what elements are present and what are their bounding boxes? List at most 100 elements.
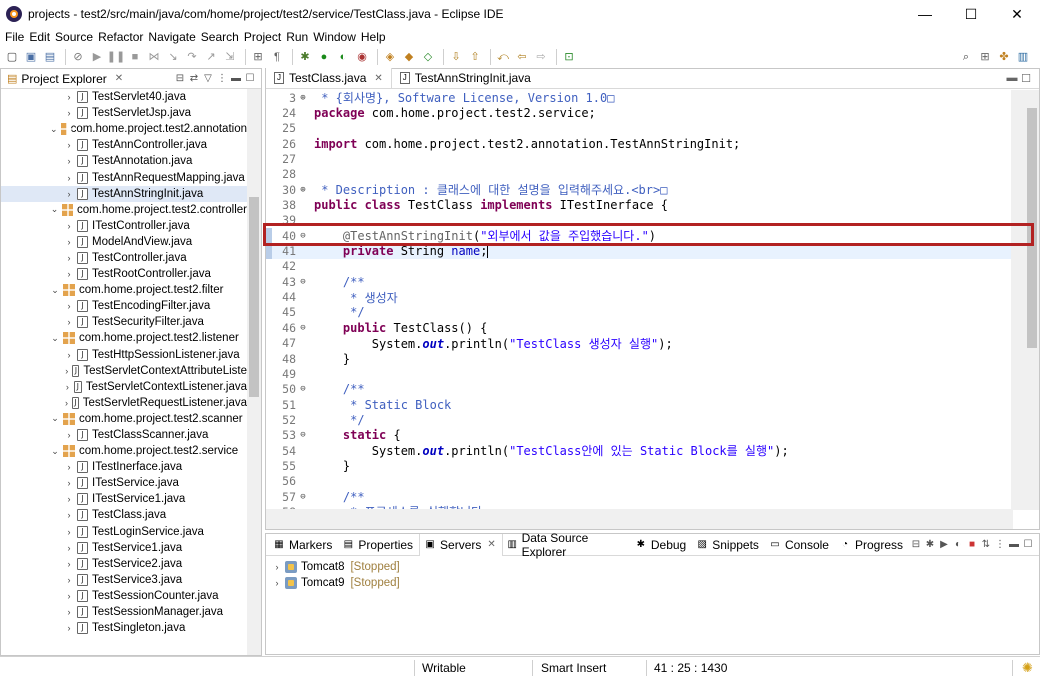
code-line[interactable]: 55 }: [266, 458, 1011, 473]
scrollbar-thumb[interactable]: [1027, 108, 1037, 348]
editor-tab-testannstringinit[interactable]: J TestAnnStringInit.java: [392, 68, 539, 88]
code-line[interactable]: 39: [266, 213, 1011, 228]
last-edit-icon[interactable]: ⤺: [495, 49, 511, 65]
pin-editor-icon[interactable]: ⊡: [561, 49, 577, 65]
chevron-down-icon[interactable]: ⌄: [50, 333, 60, 344]
collapse-fold-icon[interactable]: ⊖: [296, 231, 310, 241]
chevron-right-icon[interactable]: ›: [64, 510, 74, 520]
maximize-view-icon[interactable]: ☐: [1021, 539, 1035, 550]
filter-icon[interactable]: ▽: [201, 73, 215, 84]
drop-frame-icon[interactable]: ⇲: [222, 49, 238, 65]
disconnect-icon[interactable]: ⋈: [146, 49, 162, 65]
editor-tab-testclass[interactable]: J TestClass.java ✕: [266, 68, 392, 88]
code-line[interactable]: 43 ⊖ /**: [266, 274, 1011, 289]
tree-file-item[interactable]: › J TestService3.java: [1, 572, 247, 588]
minimize-view-icon[interactable]: ▬: [1007, 539, 1021, 550]
java-perspective-icon[interactable]: ▥: [1015, 49, 1031, 65]
chevron-right-icon[interactable]: ›: [64, 317, 74, 327]
tree-file-item[interactable]: › J ITestService1.java: [1, 491, 247, 507]
chevron-right-icon[interactable]: ›: [64, 92, 74, 102]
collapse-fold-icon[interactable]: ⊖: [296, 277, 310, 287]
tree-file-item[interactable]: › J TestEncodingFilter.java: [1, 298, 247, 314]
chevron-right-icon[interactable]: ›: [64, 221, 74, 231]
minimize-button[interactable]: —: [902, 0, 948, 28]
menu-source[interactable]: Source: [54, 30, 97, 44]
code-line[interactable]: 38 public class TestClass implements ITes…: [266, 197, 1011, 212]
tree-file-item[interactable]: › J TestSessionCounter.java: [1, 588, 247, 604]
server-row[interactable]: › Tomcat9 [Stopped]: [266, 575, 1039, 591]
panel-tab-servers[interactable]: ▣ Servers ✕: [419, 533, 503, 556]
code-line[interactable]: 45 */: [266, 305, 1011, 320]
code-line[interactable]: 47 System.out.println("TestClass 생성자 실행"…: [266, 336, 1011, 351]
step-over-icon[interactable]: ↷: [184, 49, 200, 65]
collapse-fold-icon[interactable]: ⊖: [296, 492, 310, 502]
tree-package-item[interactable]: ⌄ com.home.project.test2.listener: [1, 330, 247, 346]
collapse-all-icon[interactable]: ⊟: [909, 539, 923, 550]
stop-server-icon[interactable]: ■: [965, 539, 979, 550]
back-icon[interactable]: ⇦: [514, 49, 530, 65]
tree-file-item[interactable]: › J TestLoginService.java: [1, 524, 247, 540]
code-line[interactable]: 41 private String name;: [266, 243, 1011, 259]
new-class-icon[interactable]: ◇: [420, 49, 436, 65]
show-whitespace-icon[interactable]: ¶: [269, 49, 285, 65]
tree-file-item[interactable]: › J TestService2.java: [1, 556, 247, 572]
chevron-right-icon[interactable]: ›: [64, 607, 74, 617]
tree-file-item[interactable]: › J TestServlet40.java: [1, 89, 247, 105]
tree-file-item[interactable]: › J TestServletContextListener.java: [1, 379, 247, 395]
skip-breakpoints-icon[interactable]: ⊘: [70, 49, 86, 65]
chevron-right-icon[interactable]: ›: [64, 591, 74, 601]
tree-file-item[interactable]: › J TestClass.java: [1, 507, 247, 523]
code-line[interactable]: 30 ⊕ * Description : 클래스에 대한 설명을 입력해주세요.<…: [266, 182, 1011, 198]
chevron-right-icon[interactable]: ›: [64, 301, 74, 311]
chevron-right-icon[interactable]: ›: [64, 237, 74, 247]
code-line[interactable]: 28: [266, 167, 1011, 182]
tree-package-item[interactable]: ⌄ com.home.project.test2.service: [1, 443, 247, 459]
debug-server-icon[interactable]: ✱: [923, 539, 937, 550]
tree-file-item[interactable]: › J TestAnnStringInit.java: [1, 185, 247, 202]
chevron-right-icon[interactable]: ›: [64, 140, 74, 150]
coverage-icon[interactable]: ◐: [335, 49, 351, 65]
java-ee-perspective-icon[interactable]: ✤: [996, 49, 1012, 65]
chevron-right-icon[interactable]: ›: [64, 108, 74, 118]
collapse-all-icon[interactable]: ⊟: [173, 73, 187, 84]
chevron-right-icon[interactable]: ›: [64, 350, 74, 360]
chevron-right-icon[interactable]: ›: [64, 398, 69, 408]
code-line[interactable]: 44 * 생성자: [266, 289, 1011, 305]
maximize-view-icon[interactable]: ☐: [243, 73, 257, 84]
view-menu-icon[interactable]: ⋮: [215, 73, 229, 84]
tree-file-item[interactable]: › J TestServletContextAttributeListe: [1, 363, 247, 379]
code-line[interactable]: 24 package com.home.project.test2.service…: [266, 105, 1011, 120]
code-line[interactable]: 54 System.out.println("TestClass안에 있는 St…: [266, 443, 1011, 459]
run-icon[interactable]: ●: [316, 49, 332, 65]
view-menu-icon[interactable]: ⋮: [993, 539, 1007, 550]
menu-search[interactable]: Search: [200, 30, 243, 44]
panel-tab-snippets[interactable]: ▧ Snippets: [692, 534, 765, 556]
tree-file-item[interactable]: › J ITestService.java: [1, 475, 247, 491]
tree-file-item[interactable]: › J TestController.java: [1, 250, 247, 266]
chevron-right-icon[interactable]: ›: [64, 527, 74, 537]
tree-file-item[interactable]: › J TestAnnController.java: [1, 137, 247, 153]
chevron-down-icon[interactable]: ⌄: [50, 446, 60, 457]
expand-fold-icon[interactable]: ⊕: [296, 93, 310, 103]
expand-fold-icon[interactable]: ⊕: [296, 185, 310, 195]
code-line[interactable]: 53 ⊖ static {: [266, 428, 1011, 443]
minimize-editor-icon[interactable]: ▬: [1005, 72, 1019, 85]
tree-file-item[interactable]: › J TestAnnRequestMapping.java: [1, 169, 247, 185]
close-tab-icon[interactable]: ✕: [374, 73, 382, 84]
chevron-right-icon[interactable]: ›: [64, 156, 74, 166]
chevron-right-icon[interactable]: ›: [64, 543, 74, 553]
tree-file-item[interactable]: › J TestService1.java: [1, 540, 247, 556]
chevron-right-icon[interactable]: ›: [64, 269, 74, 279]
chevron-right-icon[interactable]: ›: [64, 430, 74, 440]
chevron-right-icon[interactable]: ›: [64, 462, 74, 472]
link-editor-icon[interactable]: ⇄: [187, 73, 201, 84]
new-java-project-icon[interactable]: ◈: [382, 49, 398, 65]
debug-icon[interactable]: ✱: [297, 49, 313, 65]
menu-file[interactable]: File: [4, 30, 28, 44]
menu-navigate[interactable]: Navigate: [147, 30, 199, 44]
step-return-icon[interactable]: ↗: [203, 49, 219, 65]
step-into-icon[interactable]: ↘: [165, 49, 181, 65]
chevron-right-icon[interactable]: ›: [64, 623, 74, 633]
maximize-button[interactable]: ☐: [948, 0, 994, 28]
menu-edit[interactable]: Edit: [28, 30, 54, 44]
